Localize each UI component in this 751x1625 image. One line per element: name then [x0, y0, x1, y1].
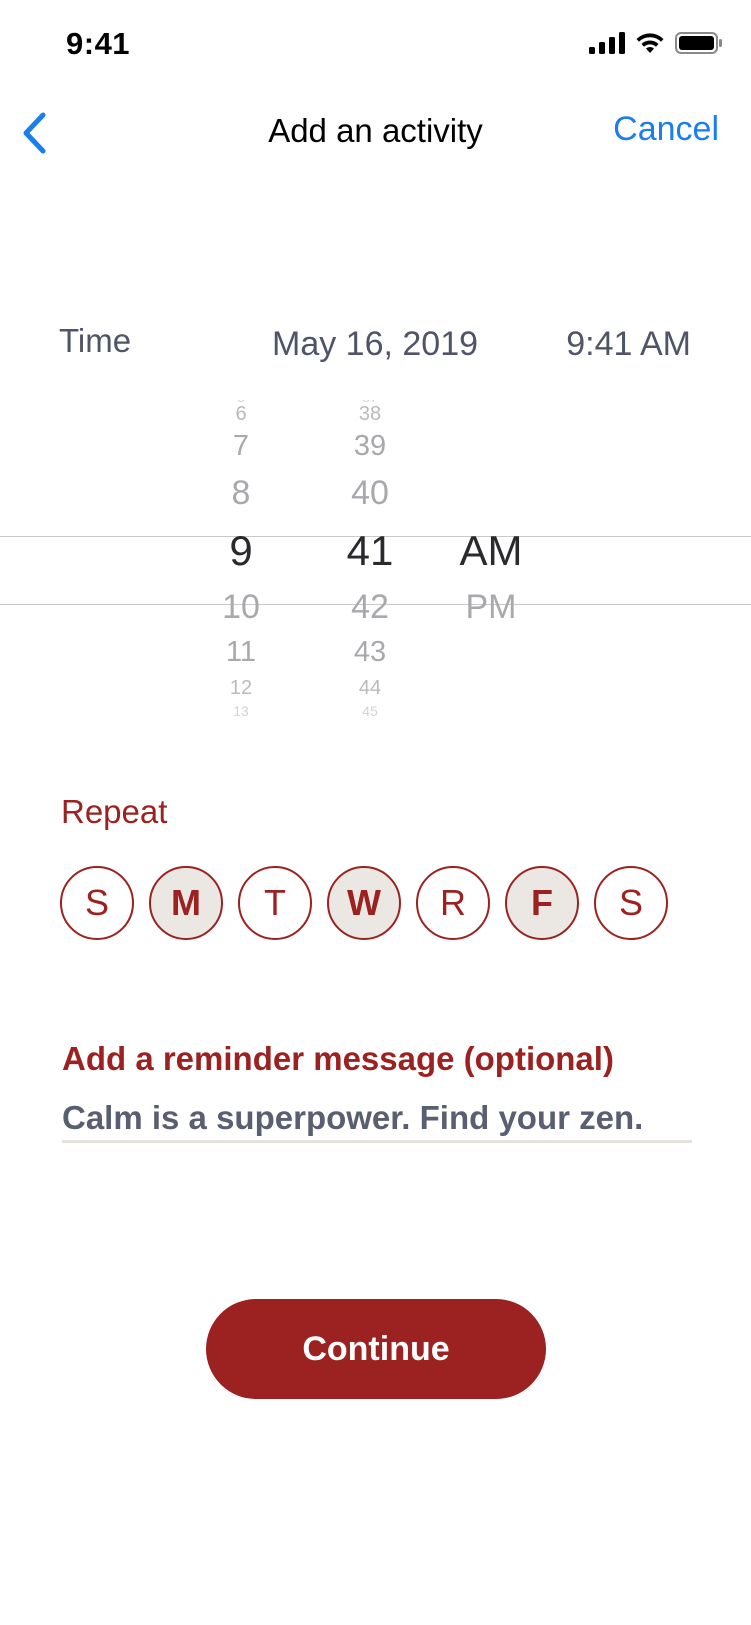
hour-option[interactable]: 11: [196, 638, 286, 667]
day-toggle[interactable]: S: [594, 866, 668, 940]
day-toggle[interactable]: F: [505, 866, 579, 940]
hour-option[interactable]: 13: [196, 704, 286, 718]
wifi-icon: [636, 33, 664, 53]
minute-option[interactable]: 45: [325, 704, 415, 718]
minute-option[interactable]: 43: [325, 638, 415, 667]
battery-icon: [675, 32, 722, 54]
reminder-message-input[interactable]: [62, 1096, 692, 1143]
period-option[interactable]: PM: [436, 590, 546, 624]
minute-option[interactable]: 40: [325, 476, 415, 510]
repeat-days: SMTWRFS: [60, 866, 668, 940]
minute-option[interactable]: 44: [325, 678, 415, 698]
hour-option[interactable]: 8: [196, 476, 286, 510]
time-label: Time: [59, 322, 132, 359]
time-value[interactable]: 9:41 AM: [566, 325, 691, 364]
status-time: 9:41: [66, 26, 131, 61]
continue-button[interactable]: Continue: [206, 1299, 546, 1399]
cellular-signal-icon: [589, 32, 625, 54]
day-toggle[interactable]: M: [149, 866, 223, 940]
hour-option[interactable]: 10: [196, 590, 286, 624]
minute-option[interactable]: 42: [325, 590, 415, 624]
minute-option[interactable]: 41: [325, 530, 415, 572]
reminder-label: Add a reminder message (optional): [62, 1040, 614, 1077]
day-toggle[interactable]: W: [327, 866, 401, 940]
period-option[interactable]: AM: [436, 530, 546, 572]
add-activity-screen: 9:41 Add an activity Cancel Time May 16,…: [0, 0, 751, 1625]
hour-option[interactable]: 9: [196, 530, 286, 572]
cancel-button[interactable]: Cancel: [613, 110, 719, 149]
hour-option[interactable]: 6: [196, 404, 286, 424]
minute-option[interactable]: 38: [325, 404, 415, 424]
status-icons: [589, 32, 723, 54]
minute-option[interactable]: 39: [325, 432, 415, 461]
day-toggle[interactable]: T: [238, 866, 312, 940]
day-toggle[interactable]: S: [60, 866, 134, 940]
date-value[interactable]: May 16, 2019: [272, 325, 478, 364]
repeat-label: Repeat: [61, 793, 168, 830]
day-toggle[interactable]: R: [416, 866, 490, 940]
hour-option[interactable]: 7: [196, 432, 286, 461]
hour-option[interactable]: 12: [196, 678, 286, 698]
time-picker[interactable]: 5678910111213 373839404142434445 AMPM: [0, 400, 751, 740]
